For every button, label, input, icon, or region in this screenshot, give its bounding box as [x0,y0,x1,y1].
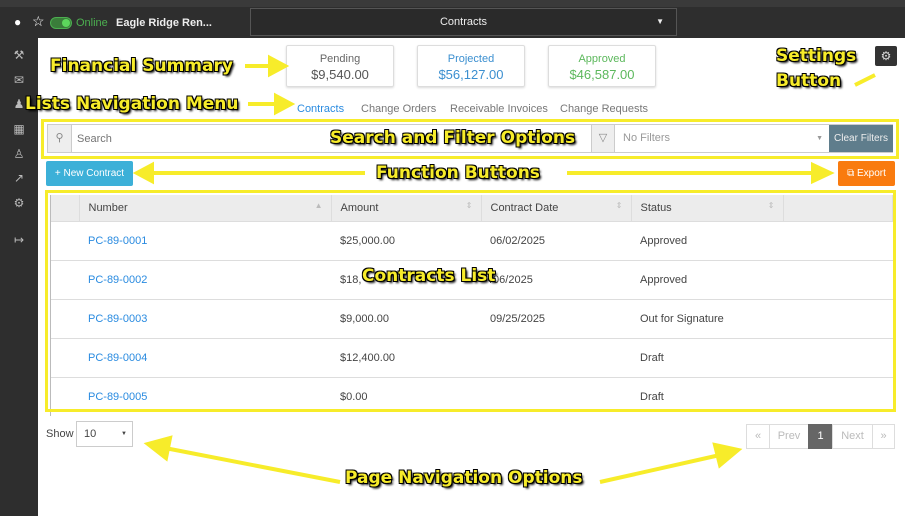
arrow-head [268,54,290,78]
annotation-search-filter: Search and Filter Options [330,128,576,148]
arrow-head [143,435,173,462]
annotation-settings-2: Button [776,71,842,91]
annotation-settings-1: Settings [776,46,857,66]
annotation-financial-summary: Financial Summary [50,56,233,76]
arrow-head [274,92,296,116]
arrow-head [132,161,154,185]
arrow [599,453,721,484]
arrow [164,446,341,484]
arrow-head [712,442,743,469]
annotation-function-buttons: Function Buttons [376,163,540,183]
annotation-contracts-list: Contracts List [362,266,496,286]
annotation-page-navigation: Page Navigation Options [345,468,583,488]
arrow [854,73,876,87]
annotation-lists-navigation: Lists Navigation Menu [25,94,239,114]
annotation-arrows [132,54,876,484]
arrow-head [811,161,835,185]
